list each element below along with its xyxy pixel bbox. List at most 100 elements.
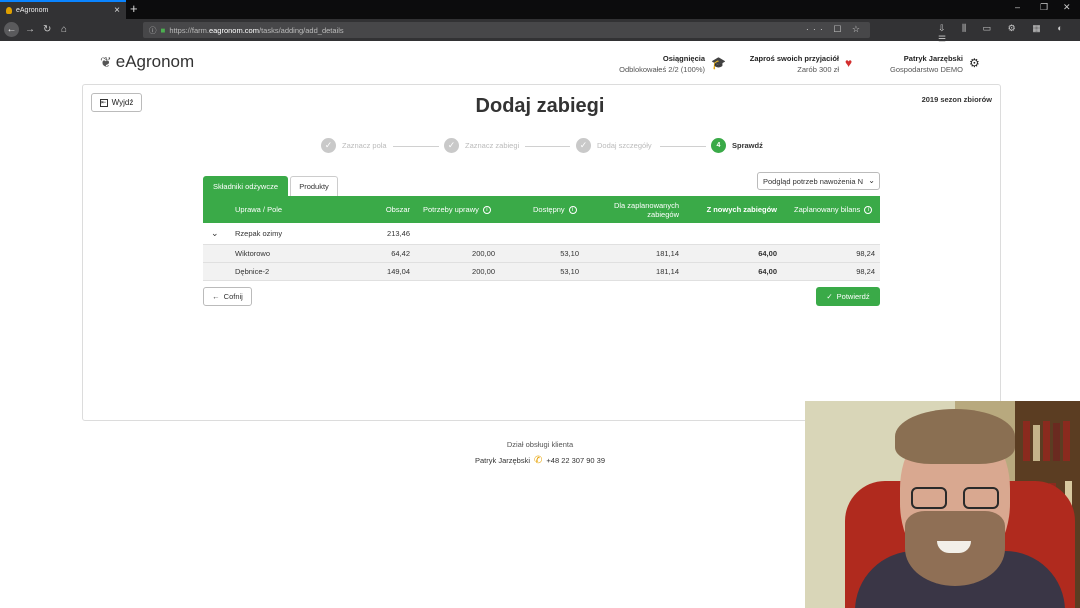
info-icon[interactable]: i <box>568 205 577 214</box>
col-balance[interactable]: Zaplanowany bilans i <box>794 196 873 223</box>
browser-nav-bar: ← → ↻ ⌂ ⓘ ■ https://farm. eagronom.com/ta… <box>0 19 1080 44</box>
invite-link[interactable]: Zaproś swoich przyjaciół Zarób 300 zł <box>750 53 839 75</box>
logo[interactable]: ❦ eAgronom <box>100 52 194 72</box>
table-row[interactable]: Dębnice-2 149,04 200,00 53,10 181,14 64,… <box>203 263 880 281</box>
back-arrow-icon[interactable]: ← <box>4 22 19 37</box>
table-row[interactable]: Wiktorowo 64,42 200,00 53,10 181,14 64,0… <box>203 245 880 263</box>
col-planned-line2: zabiegów <box>647 209 679 219</box>
col-needs-label: Potrzeby uprawy <box>423 205 479 214</box>
field-available: 53,10 <box>560 249 579 258</box>
arrow-left-icon: ← <box>212 292 220 301</box>
col-needs[interactable]: Potrzeby uprawy i <box>423 196 491 223</box>
webcam-glasses-left <box>911 487 947 509</box>
invite-sub: Zarób 300 zł <box>797 65 839 74</box>
step-select-fields[interactable]: ✓ Zaznacz pola <box>321 138 387 153</box>
back-button[interactable]: ← Cofnij <box>203 287 252 306</box>
browser-tab-title: eAgronom <box>16 7 49 14</box>
page-actions-icon[interactable]: ··· ☐ ☆ <box>806 24 864 35</box>
confirm-button[interactable]: ✓ Potwierdź <box>816 287 880 306</box>
minimize-icon[interactable]: – <box>1015 2 1020 12</box>
field-new: 64,00 <box>758 267 777 276</box>
tab-nutrients[interactable]: Składniki odżywcze <box>203 176 288 196</box>
browser-tab[interactable]: eAgronom × <box>0 0 126 19</box>
browser-tab-bar: eAgronom × + – ❐ ✕ <box>0 0 1080 19</box>
preview-select-value: Podgląd potrzeb nawożenia N <box>763 176 864 186</box>
wheat-icon: ❦ <box>100 53 112 70</box>
col-available[interactable]: Dostępny i <box>533 196 577 223</box>
support-name: Patryk Jarzębski <box>474 456 531 465</box>
field-available: 53,10 <box>560 267 579 276</box>
tab-products[interactable]: Produkty <box>290 176 338 196</box>
support-phone[interactable]: +48 22 307 90 39 <box>546 456 605 465</box>
field-needs: 200,00 <box>472 267 495 276</box>
field-balance: 98,24 <box>856 249 875 258</box>
info-icon[interactable]: i <box>864 205 873 214</box>
info-icon[interactable]: i <box>482 205 491 214</box>
favicon-icon <box>6 7 12 14</box>
url-path: /tasks/adding/add_details <box>258 25 344 35</box>
col-planned-line1: Dla zaplanowanych <box>613 200 679 210</box>
step-number: 4 <box>711 138 726 153</box>
address-bar[interactable]: ⓘ ■ https://farm. eagronom.com/tasks/addi… <box>143 22 870 38</box>
back-label: Cofnij <box>223 292 243 301</box>
step-select-treatments[interactable]: ✓ Zaznacz zabiegi <box>444 138 519 153</box>
check-icon: ✓ <box>444 138 459 153</box>
info-icon[interactable]: ⓘ <box>149 25 157 36</box>
achievements-link[interactable]: Osiągnięcia Odblokowałeś 2/2 (100%) <box>619 53 705 75</box>
url-prefix: https://farm. <box>169 25 209 35</box>
chevron-down-icon[interactable]: ⌄ <box>211 223 219 244</box>
forward-arrow-icon[interactable]: → <box>25 23 35 37</box>
home-icon[interactable]: ⌂ <box>61 23 67 37</box>
check-icon: ✓ <box>321 138 336 153</box>
webcam-book <box>1053 423 1060 461</box>
step-connector <box>393 146 439 147</box>
reload-icon[interactable]: ↻ <box>43 23 51 37</box>
close-tab-icon[interactable]: × <box>114 5 120 16</box>
group-name: Rzepak ozimy <box>235 229 283 238</box>
step-label: Dodaj szczegóły <box>597 141 652 150</box>
season-label: 2019 sezon zbiorów <box>921 95 992 104</box>
maximize-icon[interactable]: ❐ <box>1040 2 1048 13</box>
user-name: Patryk Jarzębski <box>903 54 963 63</box>
window-close-icon[interactable]: ✕ <box>1063 2 1071 13</box>
table-group-row[interactable]: ⌄ Rzepak ozimy 213,46 <box>203 223 880 245</box>
phone-icon: ✆ <box>534 455 543 466</box>
field-area: 149,04 <box>387 267 410 276</box>
user-menu[interactable]: Patryk Jarzębski Gospodarstwo DEMO <box>890 53 963 75</box>
toolbar-icons[interactable]: ⇩ ⫼ ▭ ⚙ ▦ ◐ ☰ <box>938 23 1080 45</box>
achievements-sub: Odblokowałeś 2/2 (100%) <box>619 65 705 74</box>
achievements-title: Osiągnięcia <box>662 54 705 63</box>
webcam-person-hair <box>895 409 1015 464</box>
field-planned: 181,14 <box>656 249 679 258</box>
heart-icon[interactable]: ♥ <box>845 56 852 70</box>
step-label: Sprawdź <box>732 141 763 150</box>
col-area[interactable]: Obszar <box>353 196 410 223</box>
col-crop[interactable]: Uprawa / Pole <box>235 196 282 223</box>
webcam-book <box>1063 421 1070 461</box>
webcam-glasses-right <box>963 487 999 509</box>
field-balance: 98,24 <box>856 267 875 276</box>
webcam-book <box>1023 421 1030 461</box>
step-label: Zaznacz zabiegi <box>465 141 520 150</box>
group-area: 213,46 <box>387 229 410 238</box>
check-icon: ✓ <box>826 292 833 301</box>
col-new[interactable]: Z nowych zabiegów <box>683 196 777 223</box>
field-name: Dębnice-2 <box>235 267 270 276</box>
step-add-details[interactable]: ✓ Dodaj szczegóły <box>576 138 652 153</box>
field-new: 64,00 <box>758 249 777 258</box>
url-host: eagronom.com <box>208 25 259 35</box>
field-planned: 181,14 <box>656 267 679 276</box>
webcam-overlay <box>805 401 1080 608</box>
table-header: Uprawa / Pole Obszar Potrzeby uprawy i Do… <box>203 196 880 223</box>
field-needs: 200,00 <box>472 249 495 258</box>
webcam-book <box>1033 425 1040 461</box>
gear-icon[interactable]: ⚙ <box>969 56 980 70</box>
new-tab-icon[interactable]: + <box>130 1 138 16</box>
col-planned[interactable]: Dla zaplanowanych zabiegów <box>583 196 679 223</box>
col-balance-label: Zaplanowany bilans <box>794 205 861 214</box>
preview-select[interactable]: Podgląd potrzeb nawożenia N ⌄ <box>757 172 880 190</box>
page-title: Dodaj zabiegi <box>475 95 605 117</box>
step-connector <box>660 146 706 147</box>
graduation-cap-icon[interactable]: 🎓 <box>711 56 726 70</box>
field-area: 64,42 <box>391 249 410 258</box>
